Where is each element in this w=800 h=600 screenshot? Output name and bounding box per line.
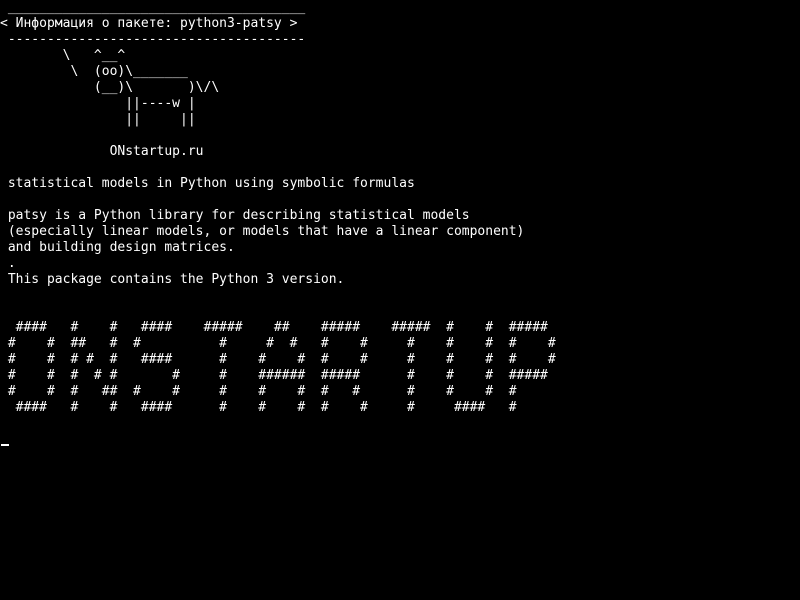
package-description-line: and building design matrices.: [0, 240, 235, 255]
cowsay-message: < Информация о пакете: python3-patsy >: [0, 16, 298, 31]
terminal-screen[interactable]: ______________________________________ <…: [0, 0, 800, 600]
cow-art-line: (__)\ )\/\: [0, 80, 220, 95]
cowsay-border-top: ______________________________________: [0, 0, 306, 15]
package-description-dot: .: [0, 256, 16, 271]
ascii-banner-row: # # ## # # # # # # # # # # # #: [0, 336, 556, 351]
ascii-banner-row: #### # # #### # # # # # # #### #: [0, 400, 517, 415]
cowsay-border-bottom: --------------------------------------: [0, 32, 306, 47]
cow-art-line: \ ^__^: [0, 48, 126, 63]
package-description-line: This package contains the Python 3 versi…: [0, 272, 345, 287]
package-description-line: patsy is a Python library for describing…: [0, 208, 470, 223]
terminal-cursor[interactable]: [1, 444, 9, 446]
package-summary: statistical models in Python using symbo…: [0, 176, 415, 191]
ascii-banner-row: #### # # #### ##### ## ##### ##### # # #…: [0, 320, 548, 335]
cow-art-line: || ||: [0, 112, 196, 127]
ascii-banner-row: # # # # # #### # # # # # # # # # #: [0, 352, 556, 367]
cow-art-line: \ (oo)\_______: [0, 64, 188, 79]
site-name: ONstartup.ru: [0, 144, 204, 159]
cow-art-line: ||----w |: [0, 96, 196, 111]
ascii-banner-row: # # # # # # # ###### ##### # # # #####: [0, 368, 548, 383]
ascii-banner-row: # # # ## # # # # # # # # # # #: [0, 384, 517, 399]
package-description-line: (especially linear models, or models tha…: [0, 224, 525, 239]
